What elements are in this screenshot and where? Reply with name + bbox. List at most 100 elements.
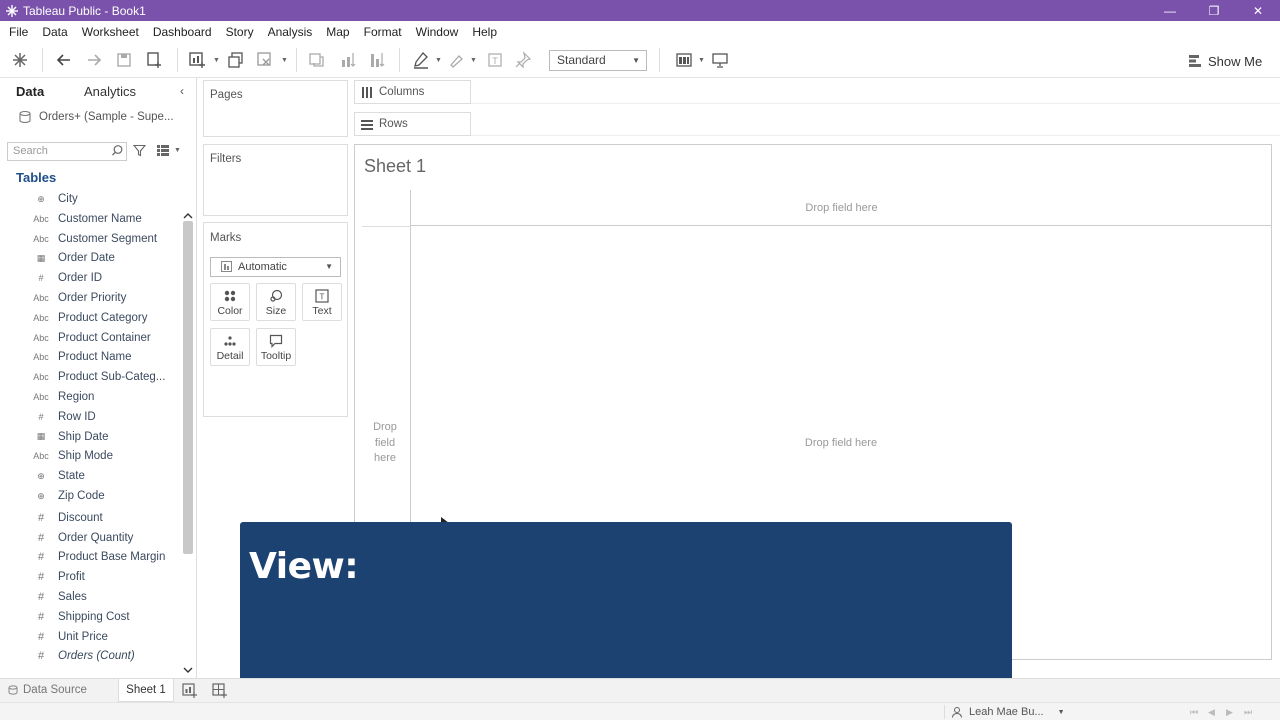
field-item[interactable]: # Unit Price (30, 628, 108, 646)
user-menu[interactable]: Leah Mae Bu... ▼ (944, 705, 1065, 719)
clear-sheet-caret-icon[interactable]: ▼ (281, 57, 288, 64)
detail-button[interactable]: Detail (210, 328, 250, 366)
field-item[interactable]: Abc Ship Mode (30, 447, 113, 465)
show-me-button[interactable]: Show Me (1187, 51, 1262, 71)
view-options-icon[interactable]: ▼ (157, 145, 181, 156)
menu-map[interactable]: Map (319, 25, 356, 39)
size-icon (270, 289, 283, 302)
text-button[interactable]: T Text (302, 283, 342, 321)
field-item[interactable]: # Profit (30, 568, 85, 586)
new-worksheet-caret-icon[interactable]: ▼ (213, 57, 220, 64)
field-search-input[interactable]: Search (7, 142, 127, 161)
field-item[interactable]: ⊕ City (30, 190, 78, 208)
field-item[interactable]: # Discount (30, 509, 103, 527)
last-sheet-icon[interactable]: ⏭ (1244, 707, 1252, 718)
menu-analysis[interactable]: Analysis (261, 25, 320, 39)
new-worksheet-tab-icon[interactable] (182, 683, 198, 699)
field-item[interactable]: # Shipping Cost (30, 608, 130, 626)
field-item[interactable]: Abc Product Category (30, 309, 147, 327)
show-mark-labels-icon[interactable]: T (484, 50, 506, 70)
drop-zone-columns[interactable]: Drop field here (410, 190, 1272, 226)
field-item[interactable]: Abc Product Container (30, 329, 150, 347)
group-caret-icon[interactable]: ▼ (470, 57, 477, 64)
new-worksheet-icon[interactable] (186, 50, 208, 70)
field-name: Sales (58, 591, 87, 603)
pages-shelf[interactable]: Pages (203, 80, 348, 137)
columns-shelf[interactable] (471, 80, 1280, 104)
sort-descending-icon[interactable] (366, 50, 388, 70)
menu-dashboard[interactable]: Dashboard (146, 25, 219, 39)
swap-rows-columns-icon[interactable] (305, 50, 327, 70)
duplicate-sheet-icon[interactable] (225, 50, 247, 70)
new-datasource-icon[interactable] (143, 50, 165, 70)
field-item[interactable]: ⊕ State (30, 467, 85, 485)
field-item[interactable]: Abc Product Name (30, 348, 131, 366)
next-sheet-icon[interactable]: ▶ (1226, 707, 1233, 718)
num-field-icon: # (38, 411, 44, 422)
show-cards-icon[interactable] (673, 50, 695, 70)
previous-sheet-icon[interactable]: ◀ (1208, 707, 1215, 718)
measure-field-icon: # (37, 630, 45, 643)
mark-type-dropdown[interactable]: Automatic ▼ (210, 257, 341, 277)
group-members-icon[interactable] (445, 50, 467, 70)
tableau-home-icon[interactable] (9, 50, 31, 70)
menu-data[interactable]: Data (35, 25, 74, 39)
toolbar: ▼ ▼ ▼ ▼ T Standard ▼ ▼ Show Me (0, 42, 1280, 78)
save-icon[interactable] (113, 50, 135, 70)
restore-button[interactable]: ❐ (1192, 0, 1236, 21)
highlight-caret-icon[interactable]: ▼ (435, 57, 442, 64)
field-item[interactable]: Abc Region (30, 388, 94, 406)
undo-icon[interactable] (53, 50, 75, 70)
menu-file[interactable]: File (2, 25, 35, 39)
field-item[interactable]: # Product Base Margin (30, 548, 165, 566)
field-item[interactable]: ⊕ Zip Code (30, 487, 104, 505)
sort-ascending-icon[interactable] (337, 50, 359, 70)
sheet-title[interactable]: Sheet 1 (364, 156, 426, 177)
tab-data-source[interactable]: Data Source (8, 684, 87, 696)
first-sheet-icon[interactable]: ⏮ (1190, 707, 1198, 718)
color-icon (224, 290, 236, 302)
chevron-down-icon: ▼ (174, 147, 181, 154)
collapse-pane-icon[interactable]: ‹ (180, 84, 184, 98)
fit-dropdown[interactable]: Standard ▼ (549, 50, 647, 71)
tab-sheet-1[interactable]: Sheet 1 (118, 679, 174, 702)
menu-worksheet[interactable]: Worksheet (75, 25, 146, 39)
show-cards-caret-icon[interactable]: ▼ (698, 57, 705, 64)
filters-shelf[interactable]: Filters (203, 144, 348, 216)
field-item[interactable]: # Row ID (30, 408, 95, 426)
datasource-item[interactable]: Orders+ (Sample - Supe... (18, 110, 174, 124)
presentation-mode-icon[interactable] (709, 50, 731, 70)
field-item[interactable]: # Orders (Count) (30, 647, 135, 665)
clear-sheet-icon[interactable] (254, 50, 276, 70)
search-icon[interactable] (111, 144, 124, 157)
size-button[interactable]: Size (256, 283, 296, 321)
field-item[interactable]: Abc Order Priority (30, 289, 126, 307)
field-item[interactable]: Abc Product Sub-Categ... (30, 368, 165, 386)
field-item[interactable]: # Order ID (30, 269, 102, 287)
field-item[interactable]: ▦ Order Date (30, 249, 115, 267)
tab-analytics[interactable]: Analytics (84, 84, 136, 99)
menu-window[interactable]: Window (409, 25, 466, 39)
menu-help[interactable]: Help (465, 25, 504, 39)
close-button[interactable]: ✕ (1236, 0, 1280, 21)
field-item[interactable]: # Sales (30, 588, 87, 606)
minimize-button[interactable]: — (1148, 0, 1192, 21)
tooltip-button[interactable]: Tooltip (256, 328, 296, 366)
menu-format[interactable]: Format (357, 25, 409, 39)
highlight-icon[interactable] (410, 50, 432, 70)
fix-axes-icon[interactable] (512, 50, 534, 70)
redo-icon[interactable] (83, 50, 105, 70)
field-item[interactable]: Abc Customer Segment (30, 230, 157, 248)
datasource-icon (19, 110, 31, 124)
rows-shelf[interactable] (471, 112, 1280, 136)
field-item[interactable]: Abc Customer Name (30, 210, 141, 228)
scrollbar-thumb[interactable] (183, 221, 193, 554)
menu-story[interactable]: Story (219, 25, 261, 39)
filter-icon[interactable] (133, 144, 146, 157)
color-button[interactable]: Color (210, 283, 250, 321)
field-item[interactable]: # Order Quantity (30, 529, 133, 547)
field-item[interactable]: ▦ Ship Date (30, 428, 109, 446)
drop-zone-rows[interactable]: Drop field here (362, 420, 408, 467)
tab-data[interactable]: Data (16, 84, 44, 99)
new-dashboard-tab-icon[interactable] (212, 683, 228, 699)
